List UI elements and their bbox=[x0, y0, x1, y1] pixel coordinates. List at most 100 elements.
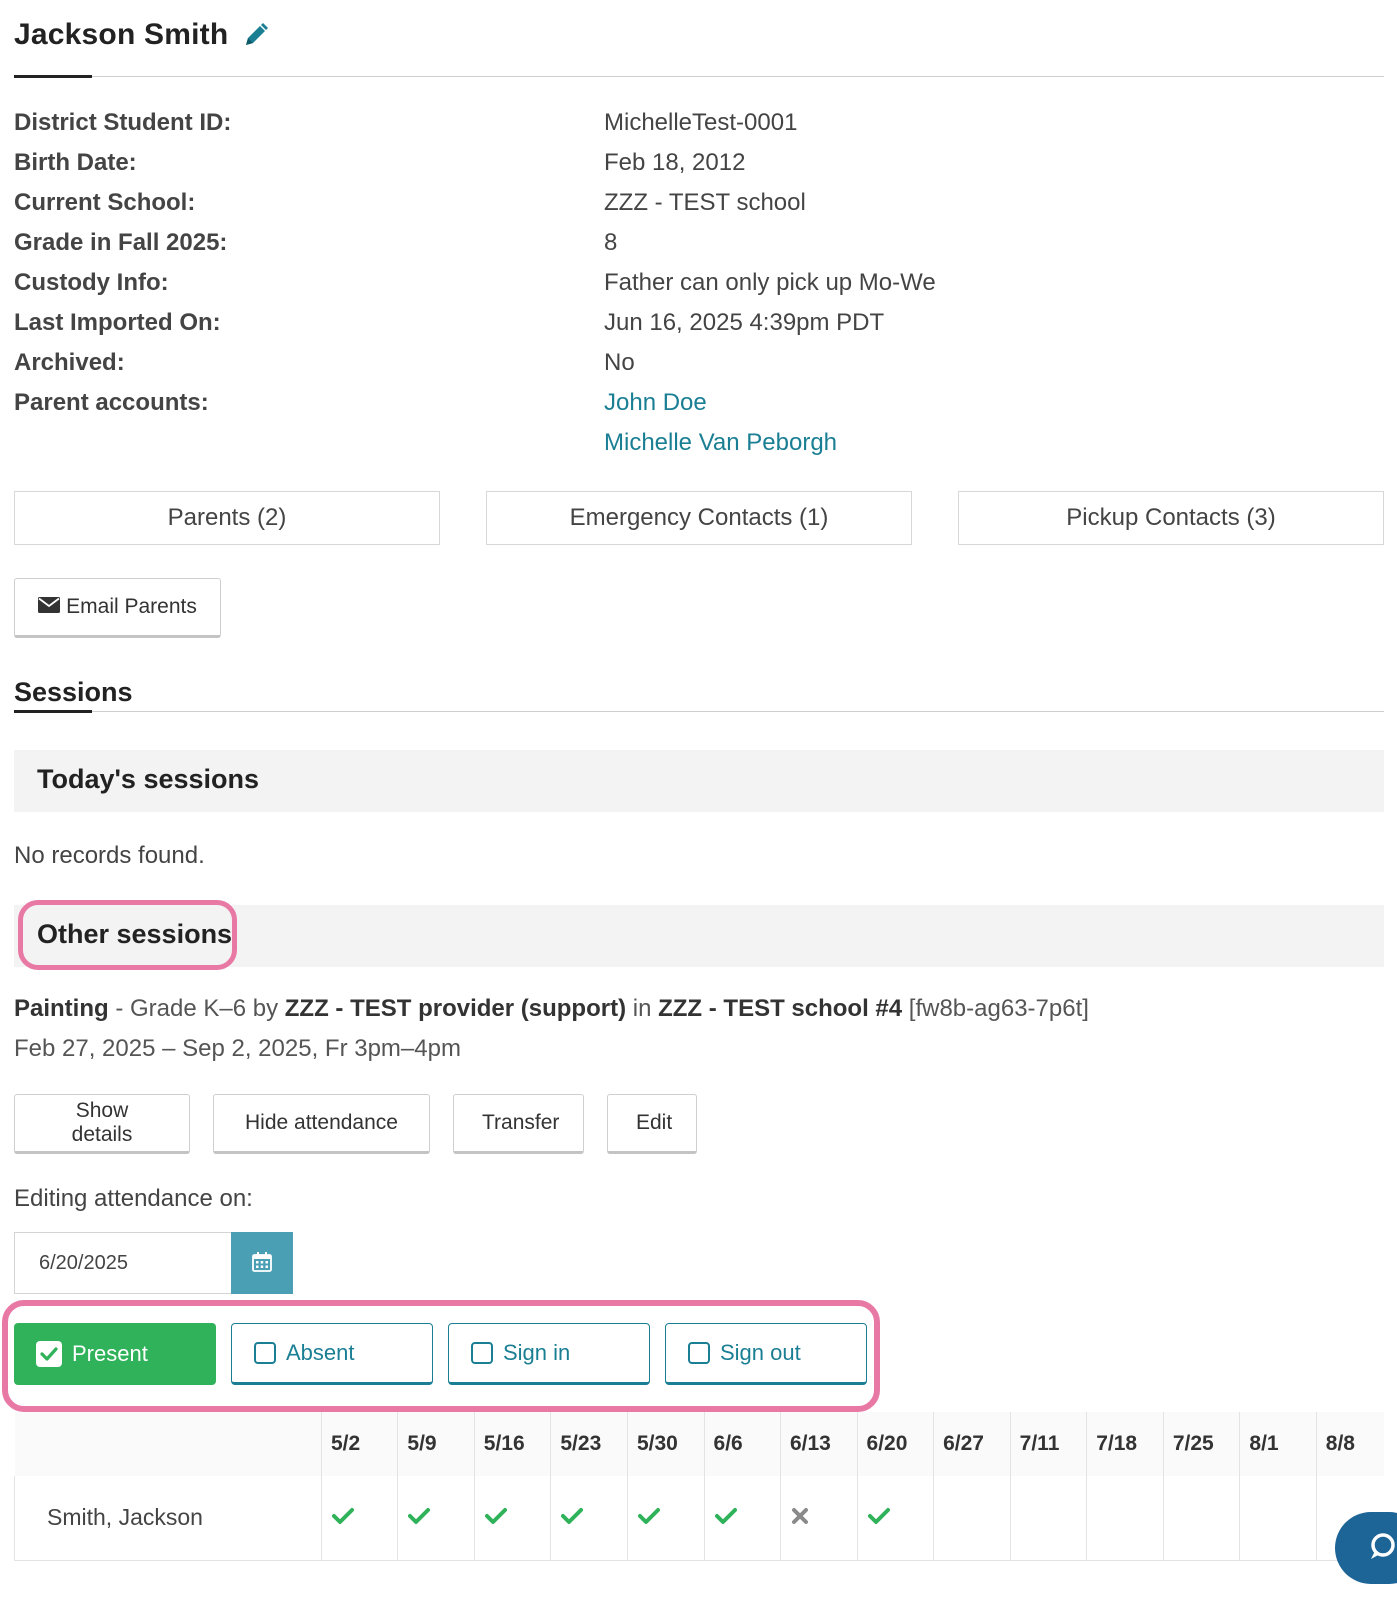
sign-in-label: Sign in bbox=[503, 1340, 571, 1365]
sessions-title: Sessions bbox=[14, 677, 133, 707]
attendance-cell[interactable] bbox=[857, 1476, 935, 1561]
info-label: Grade in Fall 2025: bbox=[14, 229, 228, 256]
sessions-accent bbox=[14, 710, 92, 713]
todays-sessions-title: Today's sessions bbox=[37, 764, 260, 794]
info-row-birth-date: Birth Date: Feb 18, 2012 bbox=[14, 143, 1384, 183]
sessions-divider bbox=[14, 711, 1384, 712]
tab-emergency-contacts[interactable]: Emergency Contacts (1) bbox=[486, 491, 912, 545]
attendance-cell[interactable] bbox=[704, 1476, 781, 1561]
info-value: MichelleTest-0001 bbox=[604, 109, 798, 136]
session-summary: Painting - Grade K–6 by ZZZ - TEST provi… bbox=[14, 995, 1089, 1023]
absent-label: Absent bbox=[286, 1340, 355, 1365]
attendance-cell[interactable] bbox=[1010, 1476, 1088, 1561]
session-code: [fw8b-ag63-7p6t] bbox=[902, 995, 1089, 1022]
attendance-cell[interactable] bbox=[1163, 1476, 1241, 1561]
attendance-cell[interactable] bbox=[321, 1476, 399, 1561]
chat-icon bbox=[1367, 1531, 1397, 1566]
info-value: Jun 16, 2025 4:39pm PDT bbox=[604, 309, 885, 336]
attendance-cell[interactable] bbox=[474, 1476, 552, 1561]
absent-button[interactable]: Absent bbox=[231, 1323, 433, 1385]
attendance-cell[interactable] bbox=[550, 1476, 628, 1561]
checkbox-empty-icon bbox=[471, 1342, 493, 1364]
checkbox-empty-icon bbox=[254, 1342, 276, 1364]
present-label: Present bbox=[72, 1341, 148, 1366]
calendar-button[interactable] bbox=[231, 1232, 293, 1294]
date-column-header: 5/16 bbox=[474, 1412, 552, 1476]
check-icon bbox=[867, 1504, 890, 1530]
student-info: District Student ID: MichelleTest-0001 B… bbox=[14, 103, 1384, 463]
date-column-header: 7/25 bbox=[1163, 1412, 1241, 1476]
date-column-header: 7/18 bbox=[1086, 1412, 1164, 1476]
envelope-icon bbox=[38, 595, 61, 619]
info-row-last-imported: Last Imported On: Jun 16, 2025 4:39pm PD… bbox=[14, 303, 1384, 343]
session-grade: - Grade K–6 by bbox=[108, 995, 285, 1022]
date-column-header: 7/11 bbox=[1010, 1412, 1088, 1476]
name-column-header bbox=[14, 1412, 322, 1476]
info-label: Last Imported On: bbox=[14, 309, 221, 336]
info-value: Feb 18, 2012 bbox=[604, 149, 746, 176]
info-value: No bbox=[604, 349, 635, 376]
title-divider bbox=[14, 76, 1384, 77]
hide-attendance-button[interactable]: Hide attendance bbox=[213, 1094, 430, 1154]
parent-account-link[interactable]: Michelle Van Peborgh bbox=[604, 429, 837, 457]
date-column-header: 8/8 bbox=[1316, 1412, 1384, 1476]
attendance-date-input[interactable] bbox=[14, 1232, 231, 1294]
edit-button[interactable]: Edit bbox=[607, 1094, 697, 1154]
parent-account-link[interactable]: John Doe bbox=[604, 389, 707, 417]
date-column-header: 5/30 bbox=[627, 1412, 705, 1476]
attendance-cell[interactable] bbox=[1239, 1476, 1317, 1561]
attendance-cell[interactable] bbox=[1086, 1476, 1164, 1561]
attendance-cell[interactable] bbox=[780, 1476, 858, 1561]
info-label: Archived: bbox=[14, 349, 125, 376]
email-parents-label: Email Parents bbox=[66, 595, 197, 618]
present-button[interactable]: Present bbox=[14, 1323, 216, 1385]
info-label: District Student ID: bbox=[14, 109, 232, 136]
check-icon bbox=[561, 1504, 584, 1530]
session-school: ZZZ - TEST school #4 bbox=[658, 995, 903, 1022]
info-row-parent-accounts: Parent accounts: John Doe bbox=[14, 383, 1384, 423]
editing-attendance-label: Editing attendance on: bbox=[14, 1185, 253, 1212]
check-icon bbox=[484, 1504, 507, 1530]
checkbox-checked-icon bbox=[36, 1341, 62, 1367]
tab-pickup-contacts[interactable]: Pickup Contacts (3) bbox=[958, 491, 1384, 545]
date-column-header: 6/20 bbox=[857, 1412, 935, 1476]
check-icon bbox=[637, 1504, 660, 1530]
session-actions: Show details Hide attendance Transfer Ed… bbox=[14, 1094, 697, 1154]
check-icon bbox=[408, 1504, 431, 1530]
pencil-icon[interactable] bbox=[242, 21, 270, 49]
info-row-parent-accounts-2: Michelle Van Peborgh bbox=[14, 423, 1384, 463]
attendance-cell[interactable] bbox=[627, 1476, 705, 1561]
tab-parents[interactable]: Parents (2) bbox=[14, 491, 440, 545]
chat-button[interactable] bbox=[1335, 1512, 1397, 1584]
attendance-cell[interactable] bbox=[933, 1476, 1011, 1561]
info-value: Father can only pick up Mo-We bbox=[604, 269, 936, 296]
date-column-header: 5/23 bbox=[550, 1412, 628, 1476]
date-column-header: 6/27 bbox=[933, 1412, 1011, 1476]
session-provider: ZZZ - TEST provider (support) bbox=[284, 995, 627, 1022]
check-icon bbox=[331, 1504, 354, 1530]
info-label: Custody Info: bbox=[14, 269, 169, 296]
student-row-name: Smith, Jackson bbox=[14, 1476, 322, 1561]
transfer-button[interactable]: Transfer bbox=[453, 1094, 584, 1154]
date-column-header: 5/9 bbox=[397, 1412, 475, 1476]
session-schedule: Feb 27, 2025 – Sep 2, 2025, Fr 3pm–4pm bbox=[14, 1035, 461, 1062]
sign-out-button[interactable]: Sign out bbox=[665, 1323, 867, 1385]
sign-in-button[interactable]: Sign in bbox=[448, 1323, 650, 1385]
title-row: Jackson Smith bbox=[14, 18, 270, 52]
contact-tabs: Parents (2) Emergency Contacts (1) Picku… bbox=[14, 491, 1384, 545]
attendance-date-picker bbox=[14, 1232, 293, 1294]
info-value: 8 bbox=[604, 229, 618, 256]
other-sessions-highlight bbox=[18, 900, 237, 970]
info-row-current-school: Current School: ZZZ - TEST school bbox=[14, 183, 1384, 223]
x-icon bbox=[791, 1504, 809, 1530]
attendance-cell[interactable] bbox=[397, 1476, 475, 1561]
date-column-header: 5/2 bbox=[321, 1412, 399, 1476]
show-details-button[interactable]: Show details bbox=[14, 1094, 190, 1154]
session-name: Painting bbox=[14, 995, 109, 1022]
todays-sessions-header: Today's sessions bbox=[14, 750, 1384, 812]
info-label: Birth Date: bbox=[14, 149, 137, 176]
info-label: Parent accounts: bbox=[14, 389, 209, 416]
email-parents-button[interactable]: Email Parents bbox=[14, 578, 221, 638]
check-icon bbox=[714, 1504, 737, 1530]
session-in: in bbox=[626, 995, 659, 1022]
